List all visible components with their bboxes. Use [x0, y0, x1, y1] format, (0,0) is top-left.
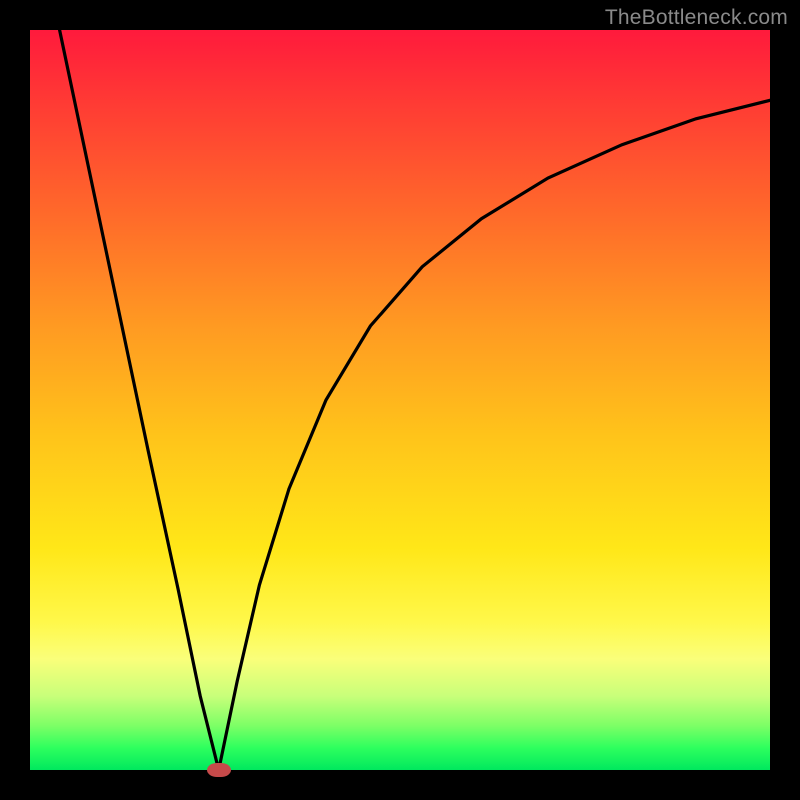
bottleneck-curve — [60, 30, 770, 770]
watermark-text: TheBottleneck.com — [605, 6, 788, 30]
min-marker — [207, 763, 231, 777]
curve-svg — [30, 30, 770, 770]
plot-area — [30, 30, 770, 770]
chart-frame: TheBottleneck.com — [0, 0, 800, 800]
